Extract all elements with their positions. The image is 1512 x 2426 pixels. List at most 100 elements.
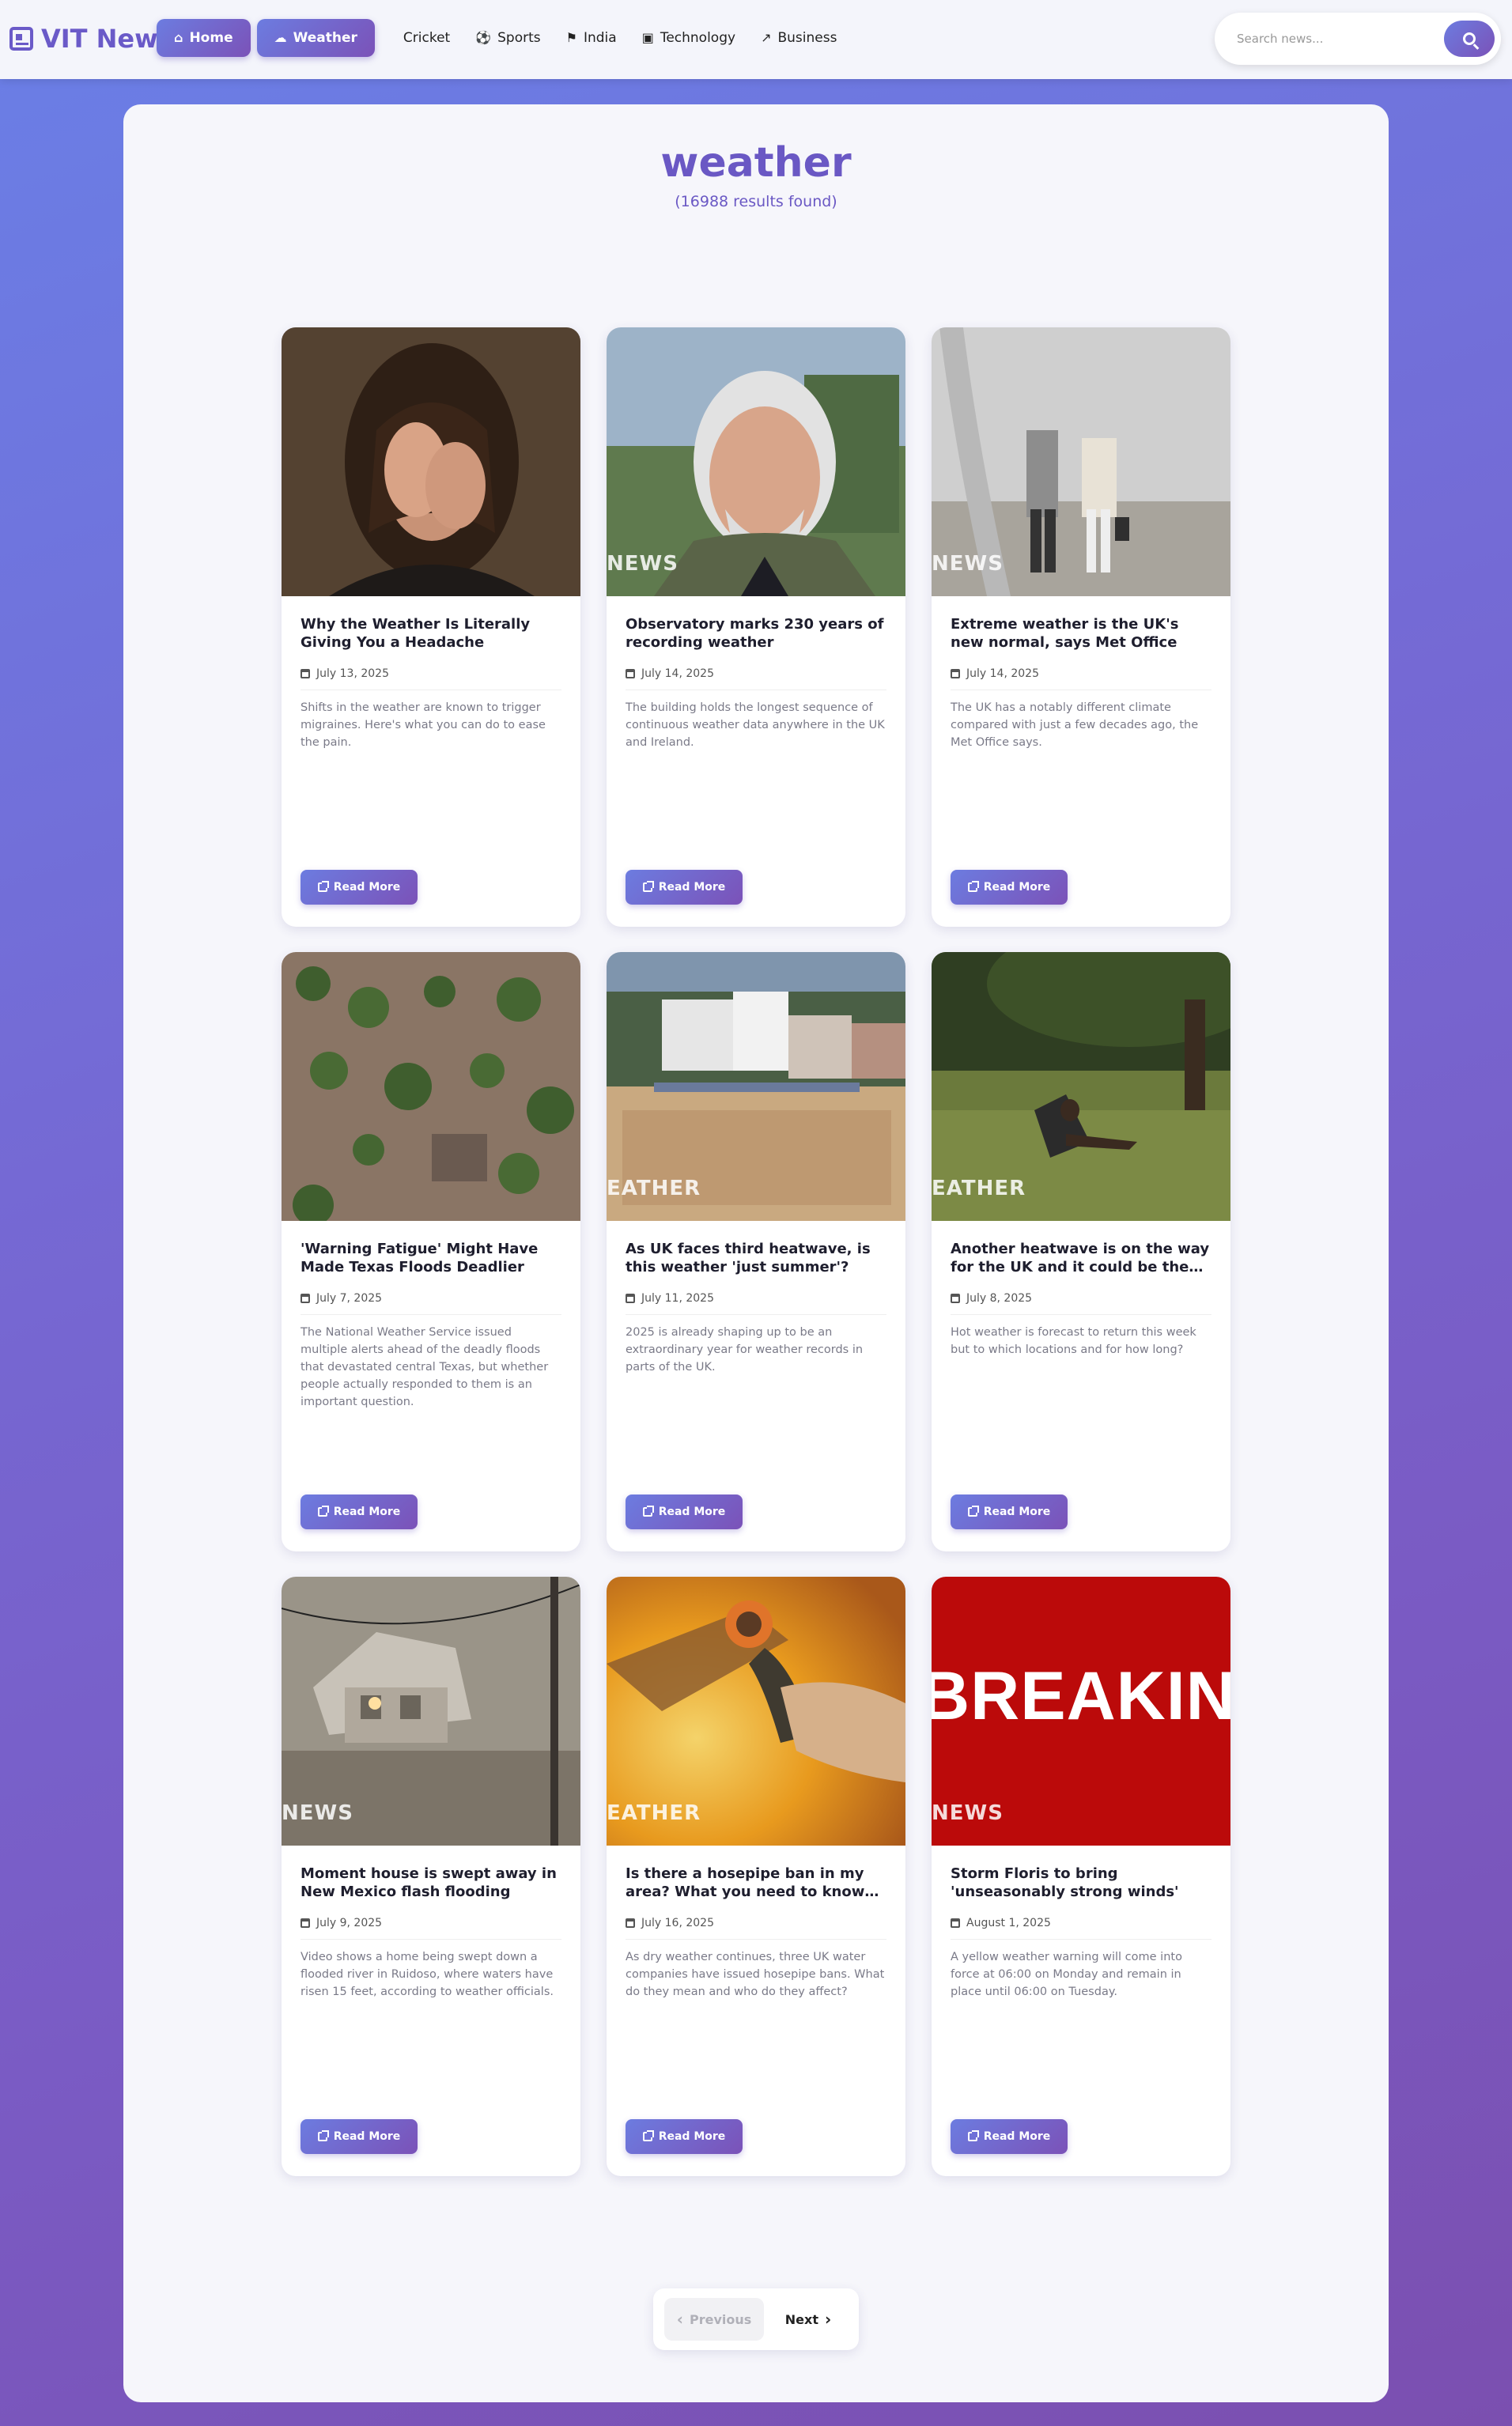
article-title[interactable]: Extreme weather is the UK's new normal, … [951, 615, 1211, 652]
search-button[interactable] [1444, 21, 1495, 57]
read-more-button[interactable]: Read More [951, 870, 1068, 905]
read-more-label: Read More [658, 2130, 726, 2143]
nav-item-label: Sports [497, 30, 541, 46]
divider [626, 1314, 886, 1315]
article-card: EATHER As UK faces third heatwave, is th… [607, 952, 905, 1551]
article-date-text: July 8, 2025 [966, 1292, 1033, 1305]
article-date-text: July 7, 2025 [316, 1292, 383, 1305]
calendar-icon [301, 669, 310, 678]
image-watermark: EATHER [607, 1801, 701, 1825]
article-image[interactable]: NEWS [932, 327, 1230, 596]
calendar-icon [951, 669, 960, 678]
breaking-banner-text: BREAKING [932, 1662, 1230, 1730]
previous-button[interactable]: ‹ Previous [664, 2298, 764, 2341]
external-link-icon [642, 2130, 654, 2141]
article-image[interactable] [282, 327, 580, 596]
home-icon: ⌂ [174, 30, 183, 45]
nav-item-cricket[interactable]: Cricket [394, 19, 459, 57]
article-image[interactable]: NEWS [282, 1577, 580, 1846]
next-label: Next [784, 2311, 818, 2327]
read-more-button[interactable]: Read More [626, 1495, 743, 1529]
article-summary: The UK has a notably different climate c… [951, 701, 1199, 749]
article-date-text: July 13, 2025 [316, 667, 389, 680]
nav-item-technology[interactable]: ▣ Technology [633, 19, 745, 57]
external-link-icon [317, 881, 329, 892]
nav-item-label: Business [777, 30, 837, 46]
read-more-button[interactable]: Read More [301, 2119, 418, 2154]
nav-item-label: India [583, 30, 617, 46]
article-image[interactable] [282, 952, 580, 1221]
image-watermark: NEWS [607, 552, 679, 576]
brand-logo[interactable]: VIT News [9, 21, 173, 57]
article-summary: 2025 is already shaping up to be an extr… [626, 1326, 864, 1374]
article-title[interactable]: Observatory marks 230 years of recording… [626, 615, 886, 652]
article-date: July 8, 2025 [951, 1292, 1032, 1305]
article-card: EATHER Is there a hosepipe ban in my are… [607, 1577, 905, 2176]
external-link-icon [642, 1506, 654, 1517]
article-title[interactable]: Storm Floris to bring 'unseasonably stro… [951, 1865, 1211, 1901]
article-title[interactable]: Why the Weather Is Literally Giving You … [301, 615, 561, 652]
next-button[interactable]: Next › [769, 2298, 848, 2341]
article-image[interactable]: NEWS [607, 327, 905, 596]
calendar-icon [626, 1294, 635, 1303]
article-summary: A yellow weather warning will come into … [951, 1951, 1182, 1998]
external-link-icon [967, 1506, 979, 1517]
article-title[interactable]: As UK faces third heatwave, is this weat… [626, 1240, 886, 1276]
article-date: August 1, 2025 [951, 1917, 1051, 1929]
read-more-button[interactable]: Read More [951, 1495, 1068, 1529]
article-date-text: July 14, 2025 [641, 667, 714, 680]
page-title: weather [660, 139, 852, 187]
article-date: July 11, 2025 [626, 1292, 714, 1305]
external-link-icon [967, 881, 979, 892]
article-date-text: July 14, 2025 [966, 667, 1039, 680]
external-link-icon [317, 1506, 329, 1517]
nav-item-sports[interactable]: ⚽ Sports [466, 19, 550, 57]
read-more-button[interactable]: Read More [301, 1495, 418, 1529]
article-summary: Video shows a home being swept down a fl… [301, 1951, 554, 1998]
image-watermark: EATHER [932, 1177, 1026, 1200]
article-summary: Hot weather is forecast to return this w… [951, 1326, 1196, 1356]
article-summary: As dry weather continues, three UK water… [626, 1951, 885, 1998]
search-input[interactable] [1237, 27, 1435, 51]
read-more-button[interactable]: Read More [626, 2119, 743, 2154]
nav-item-india[interactable]: ⚑ India [557, 19, 626, 57]
article-image[interactable]: BREAKING NEWS [932, 1577, 1230, 1846]
results-container: weather (16988 results found) Why the We… [123, 104, 1389, 2402]
article-summary: The building holds the longest sequence … [626, 701, 885, 749]
divider [301, 1314, 561, 1315]
search-bar [1215, 13, 1501, 65]
nav-item-home[interactable]: ⌂ Home [157, 19, 251, 57]
cloud-icon: ☁ [274, 30, 287, 45]
article-image[interactable]: EATHER [932, 952, 1230, 1221]
article-title[interactable]: 'Warning Fatigue' Might Have Made Texas … [301, 1240, 561, 1276]
article-card: EATHER Another heatwave is on the way fo… [932, 952, 1230, 1551]
brand-name: VIT News [41, 24, 173, 54]
read-more-label: Read More [333, 881, 401, 894]
nav-item-business[interactable]: ↗ Business [751, 19, 846, 57]
search-icon [1463, 32, 1476, 45]
external-link-icon [317, 2130, 329, 2141]
read-more-button[interactable]: Read More [626, 870, 743, 905]
read-more-button[interactable]: Read More [301, 870, 418, 905]
article-date: July 9, 2025 [301, 1917, 382, 1929]
read-more-button[interactable]: Read More [951, 2119, 1068, 2154]
article-card: NEWS Extreme weather is the UK's new nor… [932, 327, 1230, 927]
article-title[interactable]: Is there a hosepipe ban in my area? What… [626, 1865, 886, 1901]
article-title[interactable]: Another heatwave is on the way for the U… [951, 1240, 1211, 1276]
calendar-icon [951, 1918, 960, 1928]
image-watermark: EATHER [607, 1177, 701, 1200]
microchip-icon: ▣ [641, 30, 654, 45]
article-title[interactable]: Moment house is swept away in New Mexico… [301, 1865, 561, 1901]
calendar-icon [626, 1918, 635, 1928]
divider [951, 1939, 1211, 1940]
article-date-text: July 11, 2025 [641, 1292, 714, 1305]
nav-item-label: Cricket [403, 30, 451, 46]
calendar-icon [301, 1294, 310, 1303]
article-image[interactable]: EATHER [607, 952, 905, 1221]
article-date: July 13, 2025 [301, 667, 389, 680]
article-image[interactable]: EATHER [607, 1577, 905, 1846]
divider [626, 1939, 886, 1940]
nav-item-weather[interactable]: ☁ Weather [256, 19, 375, 57]
chevron-left-icon: ‹ [676, 2310, 683, 2329]
article-date-text: July 9, 2025 [316, 1917, 383, 1929]
